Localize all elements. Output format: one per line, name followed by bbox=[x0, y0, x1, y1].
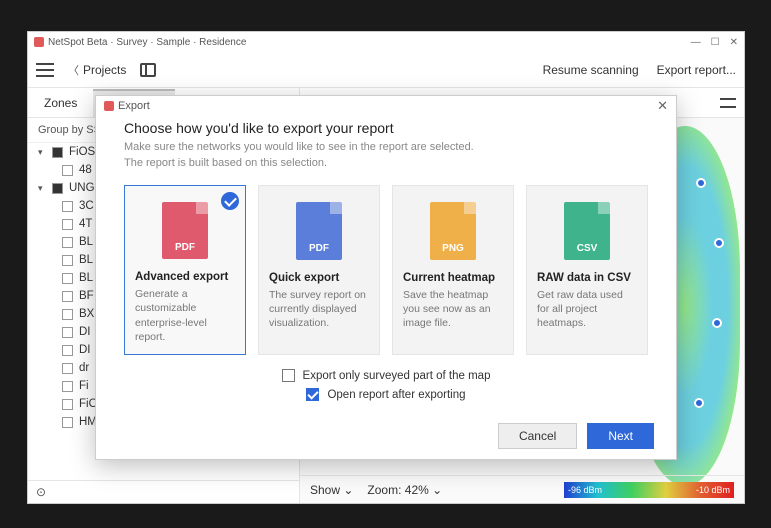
checkbox-checked-icon bbox=[306, 388, 319, 401]
toolbar: 〈 Projects Resume scanning Export report… bbox=[28, 52, 744, 88]
selected-check-icon bbox=[221, 192, 239, 210]
network-label: Fi bbox=[79, 380, 89, 392]
checkbox-icon[interactable] bbox=[62, 363, 73, 374]
export-option-card[interactable]: CSV RAW data in CSV Get raw data used for … bbox=[526, 185, 648, 355]
projects-label: Projects bbox=[83, 63, 126, 77]
menu-button[interactable] bbox=[36, 63, 54, 77]
checkbox-label: Open report after exporting bbox=[327, 389, 465, 401]
network-label: 4T bbox=[79, 218, 92, 230]
network-label: BL bbox=[79, 236, 93, 248]
card-description: Generate a customizable enterprise-level… bbox=[135, 287, 235, 344]
filter-settings-button[interactable] bbox=[720, 96, 736, 110]
show-dropdown[interactable]: Show ⌄ bbox=[310, 483, 353, 497]
caret-down-icon: ▾ bbox=[38, 183, 46, 194]
modal-heading: Choose how you'd like to export your rep… bbox=[124, 120, 648, 136]
network-label: BX bbox=[79, 308, 94, 320]
checkbox-icon[interactable] bbox=[62, 165, 73, 176]
modal-titlebar: Export ✕ bbox=[96, 96, 676, 116]
file-type-icon: PDF bbox=[296, 202, 342, 260]
export-surveyed-only-checkbox[interactable]: Export only surveyed part of the map bbox=[282, 369, 491, 382]
cancel-button[interactable]: Cancel bbox=[498, 423, 577, 449]
checkbox-icon[interactable] bbox=[62, 417, 73, 428]
modal-close-button[interactable]: ✕ bbox=[657, 98, 668, 114]
checkbox-icon[interactable] bbox=[62, 399, 73, 410]
card-title: Advanced export bbox=[135, 271, 235, 283]
caret-down-icon: ▾ bbox=[38, 147, 46, 158]
checkbox-icon[interactable] bbox=[52, 183, 63, 194]
checkbox-icon[interactable] bbox=[62, 255, 73, 266]
network-label: BL bbox=[79, 272, 93, 284]
zoom-dropdown[interactable]: Zoom: 42% ⌄ bbox=[367, 483, 442, 497]
card-title: Quick export bbox=[269, 272, 369, 284]
gradient-min-label: -96 dBm bbox=[568, 485, 602, 495]
close-button[interactable]: ✕ bbox=[730, 37, 738, 48]
export-option-card[interactable]: PNG Current heatmap Save the heatmap you s… bbox=[392, 185, 514, 355]
app-icon bbox=[34, 37, 44, 47]
access-point-marker[interactable] bbox=[694, 398, 704, 408]
card-title: RAW data in CSV bbox=[537, 272, 637, 284]
access-point-marker[interactable] bbox=[714, 238, 724, 248]
resume-scanning-button[interactable]: Resume scanning bbox=[543, 63, 639, 77]
checkbox-icon[interactable] bbox=[62, 291, 73, 302]
network-label: 48 bbox=[79, 164, 92, 176]
next-button[interactable]: Next bbox=[587, 423, 654, 449]
network-label: BL bbox=[79, 254, 93, 266]
network-label: DI bbox=[79, 344, 91, 356]
minimize-button[interactable]: — bbox=[691, 37, 701, 48]
card-description: Save the heatmap you see now as an image… bbox=[403, 288, 503, 331]
checkbox-icon[interactable] bbox=[62, 327, 73, 338]
tab-zones[interactable]: Zones bbox=[28, 90, 93, 116]
card-description: The survey report on currently displayed… bbox=[269, 288, 369, 331]
sidebar-footer[interactable]: ⊙ bbox=[28, 480, 299, 503]
checkbox-label: Export only surveyed part of the map bbox=[303, 370, 491, 382]
checkbox-icon[interactable] bbox=[62, 309, 73, 320]
checkbox-icon[interactable] bbox=[62, 201, 73, 212]
network-label: 3C bbox=[79, 200, 94, 212]
file-type-icon: CSV bbox=[564, 202, 610, 260]
export-report-button[interactable]: Export report... bbox=[657, 63, 736, 77]
export-modal: Export ✕ Choose how you'd like to export… bbox=[95, 95, 677, 460]
access-point-marker[interactable] bbox=[712, 318, 722, 328]
checkbox-icon bbox=[282, 369, 295, 382]
checkbox-icon[interactable] bbox=[52, 147, 63, 158]
gradient-max-label: -10 dBm bbox=[696, 485, 730, 495]
access-point-marker[interactable] bbox=[696, 178, 706, 188]
checkbox-icon[interactable] bbox=[62, 381, 73, 392]
layout-toggle-button[interactable] bbox=[140, 63, 156, 77]
modal-window-title: Export bbox=[118, 100, 150, 112]
checkbox-icon[interactable] bbox=[62, 237, 73, 248]
network-label: DI bbox=[79, 326, 91, 338]
card-title: Current heatmap bbox=[403, 272, 503, 284]
network-label: BF bbox=[79, 290, 94, 302]
chevron-left-icon: 〈 bbox=[68, 62, 79, 78]
checkbox-icon[interactable] bbox=[62, 345, 73, 356]
window-title: NetSpot Beta · Survey · Sample · Residen… bbox=[48, 37, 246, 48]
signal-gradient-legend: -96 dBm -10 dBm bbox=[564, 482, 734, 498]
export-option-card[interactable]: PDF Advanced export Generate a customizabl… bbox=[124, 185, 246, 355]
network-label: dr bbox=[79, 362, 89, 374]
projects-back-button[interactable]: 〈 Projects bbox=[68, 62, 126, 78]
canvas-bottombar: Show ⌄ Zoom: 42% ⌄ -96 dBm -10 dBm bbox=[300, 475, 744, 503]
modal-subtext: Make sure the networks you would like to… bbox=[124, 140, 648, 171]
export-options-row: PDF Advanced export Generate a customizabl… bbox=[124, 185, 648, 355]
card-description: Get raw data used for all project heatma… bbox=[537, 288, 637, 331]
open-after-export-checkbox[interactable]: Open report after exporting bbox=[306, 388, 465, 401]
file-type-icon: PDF bbox=[162, 202, 208, 259]
checkbox-icon[interactable] bbox=[62, 273, 73, 284]
checkbox-icon[interactable] bbox=[62, 219, 73, 230]
modal-app-icon bbox=[104, 101, 114, 111]
titlebar: NetSpot Beta · Survey · Sample · Residen… bbox=[28, 32, 744, 52]
maximize-button[interactable]: ☐ bbox=[711, 37, 720, 48]
file-type-icon: PNG bbox=[430, 202, 476, 260]
window-controls: — ☐ ✕ bbox=[691, 37, 738, 48]
export-option-card[interactable]: PDF Quick export The survey report on curr… bbox=[258, 185, 380, 355]
